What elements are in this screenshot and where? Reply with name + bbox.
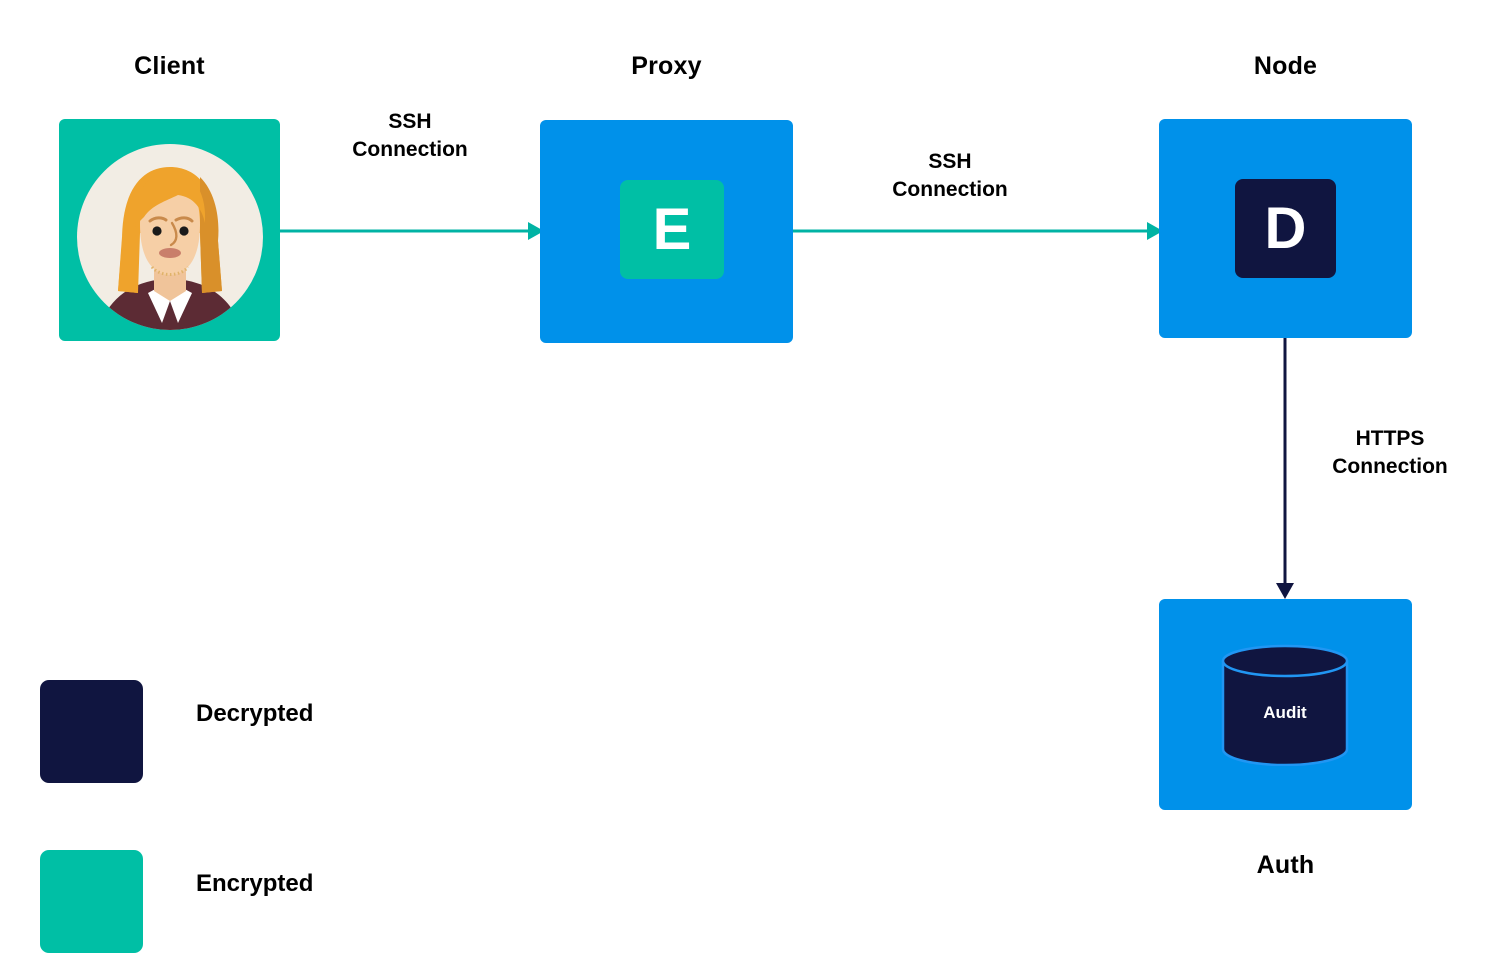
connection-label-node-auth: HTTPS Connection: [1332, 427, 1448, 478]
legend-label-encrypted: Encrypted: [196, 870, 314, 897]
connection-label-client-proxy: SSH Connection: [352, 110, 468, 161]
node-title-auth: Auth: [1256, 851, 1315, 879]
connection-arrow-node-auth: [1276, 338, 1294, 599]
connection-label-proxy-node: SSH Connection: [892, 150, 1008, 201]
proxy-encrypted-badge: E: [620, 180, 724, 279]
legend-swatch-encrypted: [40, 850, 143, 953]
legend-label-decrypted: Decrypted: [196, 700, 314, 727]
node-decrypted-badge: D: [1235, 179, 1336, 278]
connection-arrow-proxy-node: [793, 222, 1163, 240]
connection-arrow-client-proxy: [280, 222, 544, 240]
diagram-canvas: Client Proxy Node Auth SSH Connection E …: [0, 0, 1500, 975]
node-title-node: Node: [1253, 52, 1318, 80]
audit-database-icon: [1220, 644, 1350, 766]
client-avatar: [74, 141, 266, 333]
node-title-client: Client: [134, 52, 205, 80]
node-title-proxy: Proxy: [631, 52, 702, 80]
legend-swatch-decrypted: [40, 680, 143, 783]
